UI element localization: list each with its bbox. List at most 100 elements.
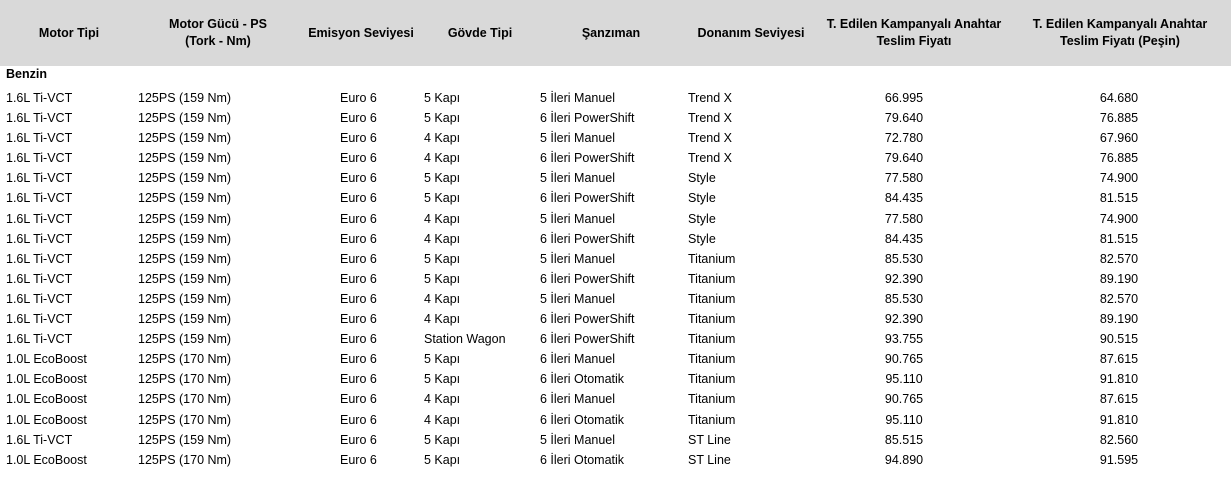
cell-emission-level: Euro 6 <box>340 251 377 266</box>
table-row: 1.6L Ti-VCT 125PS (159 Nm) Euro 6 5 Kapı 5 İ… <box>0 249 1231 269</box>
table-row: 1.6L Ti-VCT 125PS (159 Nm) Euro 6 5 Kapı 6 İ… <box>0 269 1231 289</box>
cell-engine-power: 125PS (170 Nm) <box>138 372 232 387</box>
cell-price-cash: 82.570 <box>1099 291 1139 306</box>
cell-body-type: 4 Kapı <box>424 312 461 327</box>
cell-transmission: 6 İleri Otomatik <box>540 412 625 427</box>
cell-body-type: 4 Kapı <box>424 392 461 407</box>
cell-emission-level: Euro 6 <box>340 131 377 146</box>
cell-price: 84.435 <box>884 231 924 246</box>
cell-engine-power: 125PS (159 Nm) <box>138 312 232 327</box>
cell-transmission: 6 İleri PowerShift <box>540 312 635 327</box>
table-row: 1.0L EcoBoost 125PS (170 Nm) Euro 6 5 Kapı 6… <box>0 349 1231 369</box>
cell-engine-power: 125PS (159 Nm) <box>138 191 232 206</box>
cell-price-cash: 74.900 <box>1099 211 1139 226</box>
cell-price-cash: 91.595 <box>1099 452 1139 467</box>
cell-engine-power: 125PS (159 Nm) <box>138 91 232 105</box>
cell-motor-type: 1.6L Ti-VCT <box>6 312 73 327</box>
header-motor-type: Motor Tipi <box>38 25 100 40</box>
cell-transmission: 6 İleri PowerShift <box>540 111 635 126</box>
cell-price: 79.640 <box>884 151 924 166</box>
table-row: 1.0L EcoBoost 125PS (170 Nm) Euro 6 5 Kapı 6… <box>0 369 1231 389</box>
cell-motor-type: 1.6L Ti-VCT <box>6 432 73 447</box>
table-row: 1.6L Ti-VCT 125PS (159 Nm) Euro 6 4 Kapı 6 İ… <box>0 148 1231 168</box>
table-row: 1.6L Ti-VCT 125PS (159 Nm) Euro 6 Station W… <box>0 329 1231 349</box>
cell-transmission: 5 İleri Manuel <box>540 131 616 146</box>
table-row: 1.0L EcoBoost 125PS (170 Nm) Euro 6 5 Kapı 6… <box>0 450 1231 470</box>
cell-price: 95.110 <box>885 372 923 387</box>
cell-emission-level: Euro 6 <box>340 191 377 206</box>
cell-transmission: 5 İleri Manuel <box>540 211 616 226</box>
cell-price: 84.435 <box>884 191 924 206</box>
cell-price: 93.755 <box>884 332 924 347</box>
cell-motor-type: 1.6L Ti-VCT <box>6 211 73 226</box>
table-row: 1.6L Ti-VCT 125PS (159 Nm) Euro 6 4 Kapı 5 İ… <box>0 128 1231 148</box>
cell-motor-type: 1.6L Ti-VCT <box>6 251 73 266</box>
cell-emission-level: Euro 6 <box>340 332 377 347</box>
cell-price-cash: 76.885 <box>1099 151 1139 166</box>
table-row: 1.6L Ti-VCT 125PS (159 Nm) Euro 6 4 Kapı 6 İ… <box>0 229 1231 249</box>
cell-trim-level: Titanium <box>688 312 736 327</box>
header-transmission: Şanzıman <box>581 25 641 40</box>
cell-motor-type: 1.6L Ti-VCT <box>6 191 73 206</box>
cell-motor-type: 1.6L Ti-VCT <box>6 291 73 306</box>
cell-transmission: 6 İleri PowerShift <box>540 151 635 166</box>
cell-price-cash: 82.570 <box>1099 251 1139 266</box>
cell-body-type: 5 Kapı <box>424 452 461 467</box>
cell-engine-power: 125PS (170 Nm) <box>138 392 232 407</box>
cell-trim-level: Style <box>688 231 716 246</box>
cell-trim-level: Titanium <box>688 392 736 407</box>
section-label: Benzin <box>6 67 47 81</box>
header-price-cash: T. Edilen Kampanyalı Anahtar Teslim Fiya… <box>1032 17 1208 48</box>
cell-engine-power: 125PS (159 Nm) <box>138 131 232 146</box>
price-table: Motor Tipi Motor Gücü - PS (Tork - Nm) E… <box>0 0 1231 490</box>
cell-price-cash: 81.515 <box>1099 231 1139 246</box>
cell-body-type: 5 Kapı <box>424 372 461 387</box>
cell-motor-type: 1.6L Ti-VCT <box>6 151 73 166</box>
cell-price-cash: 90.515 <box>1099 332 1139 347</box>
cell-emission-level: Euro 6 <box>340 312 377 327</box>
table-row: 1.6L Ti-VCT 125PS (159 Nm) Euro 6 5 Kapı 5 İ… <box>0 168 1231 188</box>
cell-trim-level: Titanium <box>688 271 736 286</box>
cell-engine-power: 125PS (159 Nm) <box>138 332 232 347</box>
table-row: 1.6L Ti-VCT 125PS (159 Nm) Euro 6 4 Kapı 5 İ… <box>0 209 1231 229</box>
cell-trim-level: Titanium <box>688 332 736 347</box>
cell-body-type: 5 Kapı <box>424 352 461 367</box>
cell-engine-power: 125PS (159 Nm) <box>138 271 232 286</box>
cell-trim-level: Titanium <box>688 291 736 306</box>
cell-price: 85.530 <box>884 251 924 266</box>
cell-trim-level: Trend X <box>688 131 733 146</box>
cell-trim-level: Titanium <box>688 372 736 387</box>
cell-trim-level: Titanium <box>688 412 736 427</box>
cell-trim-level: ST Line <box>688 432 731 447</box>
cell-emission-level: Euro 6 <box>340 452 377 467</box>
cell-motor-type: 1.0L EcoBoost <box>6 352 87 367</box>
cell-trim-level: ST Line <box>688 452 731 467</box>
cell-trim-level: Style <box>688 171 716 186</box>
cell-price-cash: 82.560 <box>1099 432 1139 447</box>
cell-motor-type: 1.6L Ti-VCT <box>6 171 73 186</box>
cell-body-type: Station Wagon <box>424 332 506 347</box>
table-row: 1.6L Ti-VCT 125PS (159 Nm) Euro 6 5 Kapı 5 İ… <box>0 88 1231 108</box>
cell-transmission: 6 İleri Manuel <box>540 352 616 367</box>
cell-body-type: 5 Kapı <box>424 171 461 186</box>
cell-trim-level: Trend X <box>688 111 733 126</box>
cell-emission-level: Euro 6 <box>340 91 377 105</box>
table-row: 1.0L EcoBoost 125PS (170 Nm) Euro 6 4 Kapı 6… <box>0 389 1231 409</box>
cell-transmission: 5 İleri Manuel <box>540 291 616 306</box>
cell-body-type: 5 Kapı <box>424 271 461 286</box>
cell-transmission: 6 İleri PowerShift <box>540 231 635 246</box>
cell-motor-type: 1.6L Ti-VCT <box>6 111 73 126</box>
cell-emission-level: Euro 6 <box>340 392 377 407</box>
cell-price: 92.390 <box>884 271 924 286</box>
cell-engine-power: 125PS (159 Nm) <box>138 291 232 306</box>
cell-price-cash: 81.515 <box>1099 191 1139 206</box>
cell-engine-power: 125PS (170 Nm) <box>138 452 232 467</box>
cell-emission-level: Euro 6 <box>340 271 377 286</box>
cell-trim-level: Trend X <box>688 151 733 166</box>
cell-transmission: 6 İleri Otomatik <box>540 372 625 387</box>
cell-transmission: 5 İleri Manuel <box>540 91 616 105</box>
cell-emission-level: Euro 6 <box>340 291 377 306</box>
cell-body-type: 5 Kapı <box>424 191 461 206</box>
cell-emission-level: Euro 6 <box>340 372 377 387</box>
cell-body-type: 5 Kapı <box>424 91 461 105</box>
